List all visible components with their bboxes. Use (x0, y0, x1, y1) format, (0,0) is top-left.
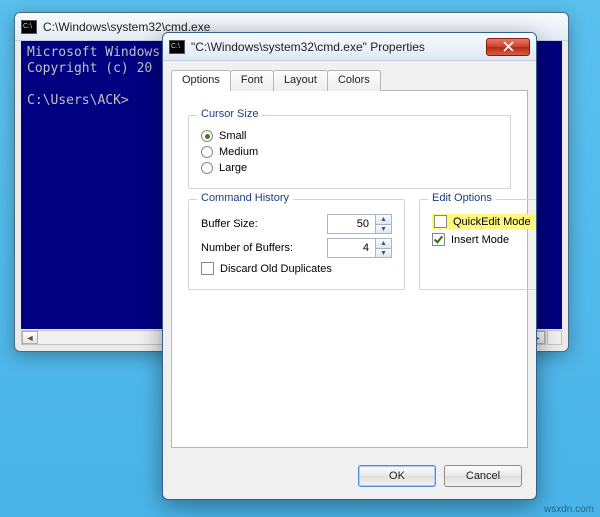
discard-duplicates-label: Discard Old Duplicates (220, 263, 332, 275)
spin-down-icon[interactable]: ▼ (376, 224, 391, 233)
spinner-buttons: ▲ ▼ (375, 238, 392, 258)
tab-layout[interactable]: Layout (273, 70, 328, 91)
tab-options[interactable]: Options (171, 70, 231, 91)
cursor-small-label: Small (219, 130, 247, 142)
cursor-size-legend: Cursor Size (197, 108, 262, 120)
insert-mode-label: Insert Mode (451, 234, 509, 246)
cmd-icon: C:\ (21, 20, 37, 34)
cursor-size-group: Cursor Size Small Medium Large (188, 115, 511, 189)
properties-body: Options Font Layout Colors Cursor Size S… (171, 69, 528, 453)
spinner-buttons: ▲ ▼ (375, 214, 392, 234)
num-buffers-spinner[interactable]: ▲ ▼ (327, 238, 392, 258)
checkbox-icon (201, 262, 214, 275)
tabstrip: Options Font Layout Colors (171, 70, 528, 91)
resize-grip[interactable] (547, 330, 562, 345)
num-buffers-row: Number of Buffers: ▲ ▼ (201, 238, 392, 258)
tab-font[interactable]: Font (230, 70, 274, 91)
options-panel: Cursor Size Small Medium Large Command H (171, 90, 528, 448)
properties-title: "C:\Windows\system32\cmd.exe" Properties (191, 40, 486, 54)
spin-down-icon[interactable]: ▼ (376, 248, 391, 257)
quickedit-label: QuickEdit Mode (453, 216, 531, 228)
watermark: wsxdn.com (544, 504, 594, 515)
command-history-group: Command History Buffer Size: ▲ ▼ Number (188, 199, 405, 290)
cancel-button[interactable]: Cancel (444, 465, 522, 487)
radio-icon (201, 130, 213, 142)
buffer-size-label: Buffer Size: (201, 218, 321, 230)
cursor-small-row[interactable]: Small (201, 130, 498, 142)
edit-options-legend: Edit Options (428, 192, 496, 204)
cursor-large-row[interactable]: Large (201, 162, 498, 174)
buffer-size-input[interactable] (327, 214, 375, 234)
command-history-legend: Command History (197, 192, 293, 204)
dialog-footer: OK Cancel (358, 465, 522, 487)
checkbox-icon (434, 215, 447, 228)
checkbox-icon (432, 233, 445, 246)
properties-titlebar[interactable]: C:\ "C:\Windows\system32\cmd.exe" Proper… (163, 33, 536, 61)
cmd-icon: C:\ (169, 40, 185, 54)
close-button[interactable] (486, 38, 530, 56)
num-buffers-label: Number of Buffers: (201, 242, 321, 254)
discard-duplicates-row[interactable]: Discard Old Duplicates (201, 262, 392, 275)
radio-icon (201, 146, 213, 158)
cmd-line-2: Copyright (c) 20 (27, 61, 152, 76)
tab-colors[interactable]: Colors (327, 70, 381, 91)
cursor-medium-row[interactable]: Medium (201, 146, 498, 158)
cmd-line-1: Microsoft Windows (27, 45, 160, 60)
num-buffers-input[interactable] (327, 238, 375, 258)
insert-mode-row[interactable]: Insert Mode (432, 233, 537, 246)
cmd-prompt: C:\Users\ACK> (27, 93, 129, 108)
buffer-size-spinner[interactable]: ▲ ▼ (327, 214, 392, 234)
cursor-large-label: Large (219, 162, 247, 174)
edit-options-group: Edit Options QuickEdit Mode Insert Mode (419, 199, 537, 290)
properties-dialog: C:\ "C:\Windows\system32\cmd.exe" Proper… (162, 32, 537, 500)
spin-up-icon[interactable]: ▲ (376, 239, 391, 248)
buffer-size-row: Buffer Size: ▲ ▼ (201, 214, 392, 234)
scroll-left-button[interactable]: ◄ (22, 331, 38, 344)
cursor-medium-label: Medium (219, 146, 258, 158)
quickedit-row[interactable]: QuickEdit Mode (432, 214, 537, 229)
ok-button[interactable]: OK (358, 465, 436, 487)
radio-icon (201, 162, 213, 174)
spin-up-icon[interactable]: ▲ (376, 215, 391, 224)
